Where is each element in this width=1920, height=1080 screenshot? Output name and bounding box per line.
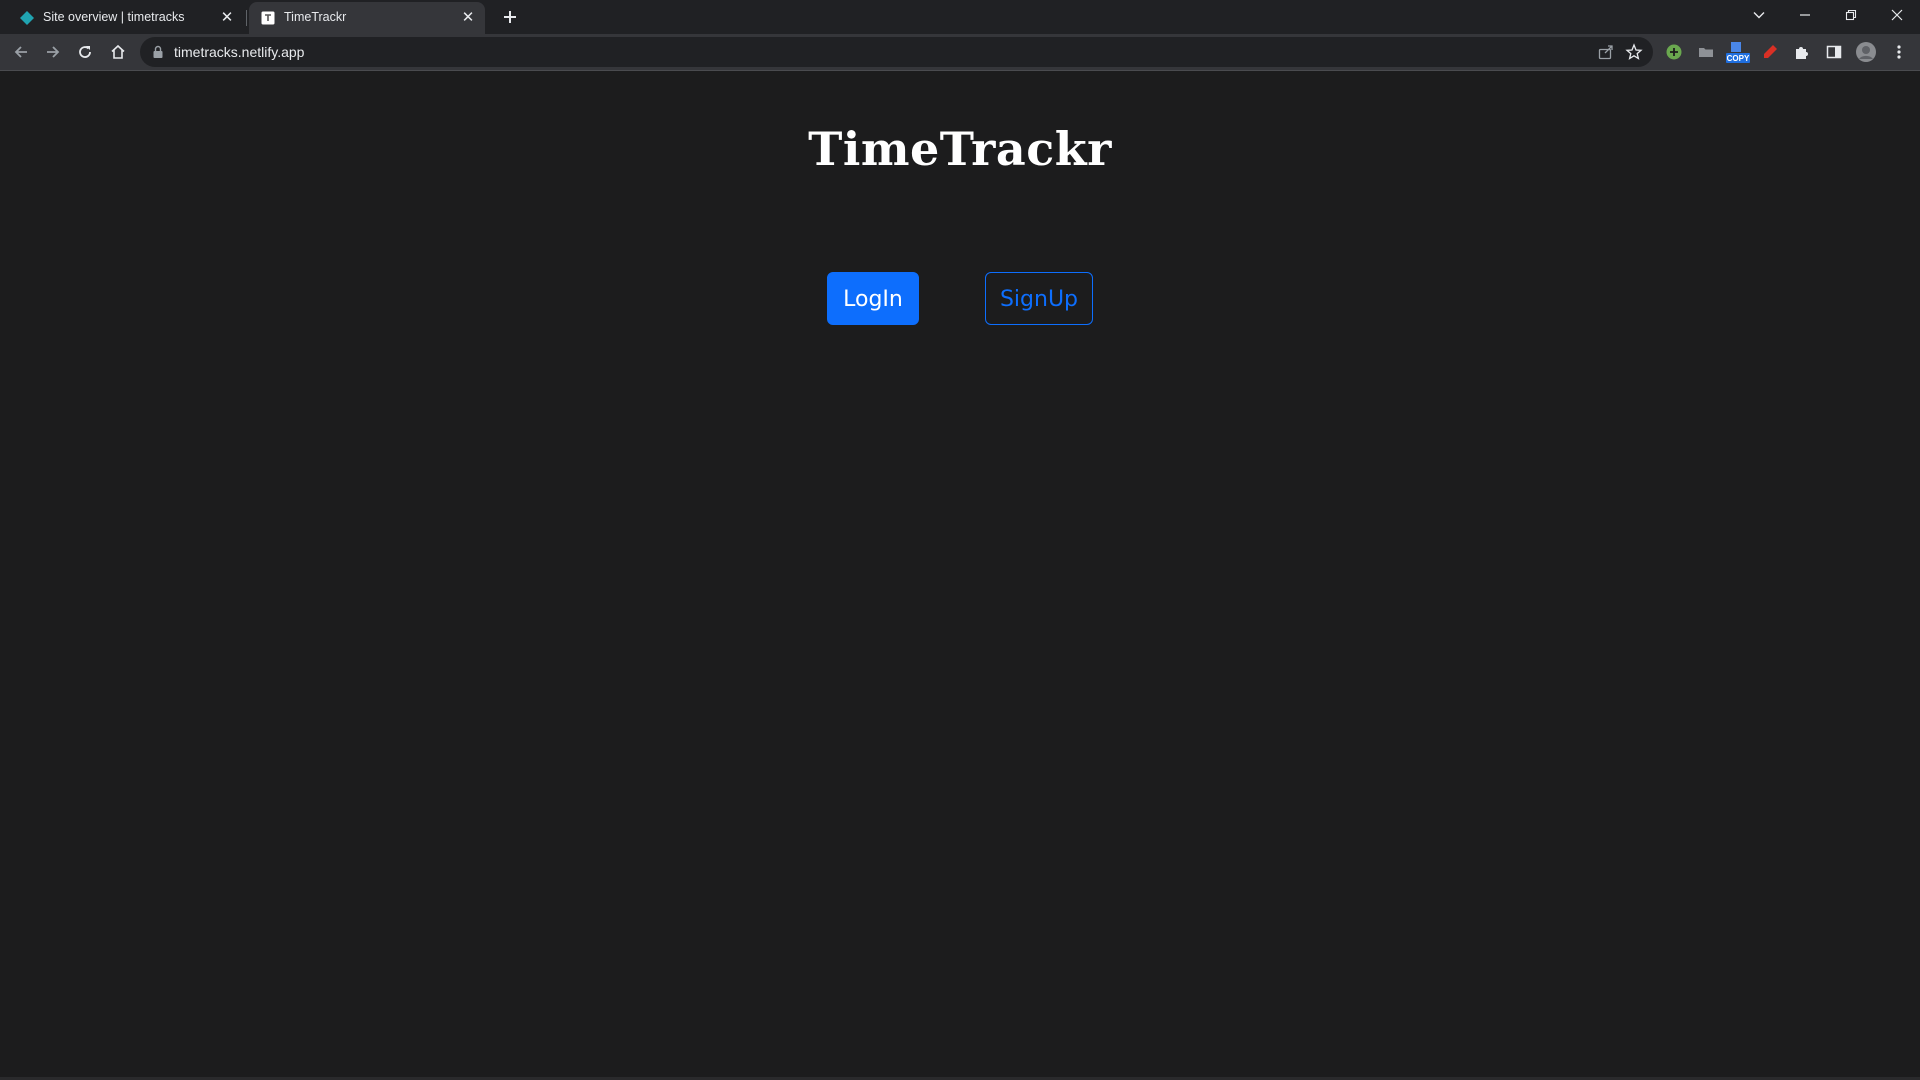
star-icon[interactable] — [1625, 43, 1643, 61]
netlify-diamond-icon — [20, 11, 34, 25]
page-content: TimeTrackr LogIn SignUp — [0, 71, 1920, 1077]
close-icon[interactable]: ✕ — [218, 9, 236, 27]
extension-green[interactable] — [1661, 39, 1687, 65]
lock-icon — [153, 45, 163, 58]
new-tab-button[interactable] — [498, 5, 522, 29]
address-bar[interactable]: timetracks.netlify.app — [140, 37, 1653, 67]
arrow-left-icon — [14, 46, 27, 58]
profile-button[interactable] — [1853, 39, 1879, 65]
copy-extension-icon: COPY — [1726, 42, 1750, 63]
minimize-icon — [1800, 14, 1810, 16]
tab-strip: Site overview | timetracks ✕ TimeTrackr … — [0, 0, 1920, 34]
home-button[interactable] — [105, 39, 131, 65]
chevron-down-icon — [1753, 12, 1765, 19]
copy-badge-text: COPY — [1727, 54, 1750, 63]
reload-button[interactable] — [72, 39, 98, 65]
tab-search-button[interactable] — [1736, 0, 1782, 30]
page-icon — [261, 11, 275, 25]
red-marker-icon — [1764, 45, 1777, 58]
share-icon[interactable] — [1597, 43, 1615, 61]
puzzle-icon — [1796, 47, 1808, 59]
green-plus-circle-icon — [1666, 44, 1682, 60]
back-button[interactable] — [8, 39, 34, 65]
avatar — [1856, 42, 1876, 62]
page-title: TimeTrackr — [808, 122, 1112, 176]
close-window-button[interactable] — [1874, 0, 1920, 30]
minimize-button[interactable] — [1782, 0, 1828, 30]
tab-timetrackr[interactable]: TimeTrackr ✕ — [249, 2, 485, 34]
more-vertical-icon — [1897, 45, 1901, 59]
tab-title: Site overview | timetracks — [43, 10, 185, 24]
login-button[interactable]: LogIn — [827, 272, 919, 325]
close-icon — [1891, 9, 1903, 21]
tab-site-overview[interactable]: Site overview | timetracks ✕ — [8, 2, 244, 34]
restore-button[interactable] — [1828, 0, 1874, 30]
plus-icon — [504, 11, 516, 23]
side-panel-button[interactable] — [1821, 39, 1847, 65]
browser-window: Site overview | timetracks ✕ TimeTrackr … — [0, 0, 1920, 1080]
menu-button[interactable] — [1886, 39, 1912, 65]
tab-divider — [246, 10, 247, 26]
signup-button[interactable]: SignUp — [985, 272, 1093, 325]
extension-folder[interactable] — [1693, 39, 1719, 65]
reload-icon — [79, 46, 91, 58]
close-icon[interactable]: ✕ — [459, 9, 477, 27]
restore-icon — [1845, 9, 1857, 21]
arrow-right-icon — [47, 46, 60, 58]
home-icon — [111, 44, 125, 59]
url-text: timetracks.netlify.app — [174, 44, 305, 60]
side-panel-icon — [1826, 45, 1842, 59]
extension-copy[interactable]: COPY — [1725, 39, 1751, 65]
browser-toolbar: timetracks.netlify.app COPY — [0, 34, 1920, 70]
tab-title: TimeTrackr — [284, 10, 347, 24]
extensions-button[interactable] — [1789, 39, 1815, 65]
folder-icon — [1699, 48, 1713, 57]
forward-button[interactable] — [40, 39, 66, 65]
extension-red[interactable] — [1757, 39, 1783, 65]
